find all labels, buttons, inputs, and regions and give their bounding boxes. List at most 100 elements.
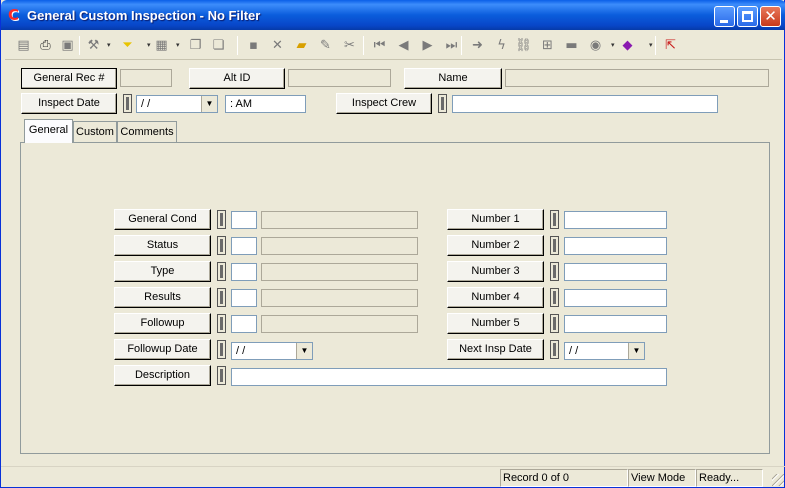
lightning-icon[interactable]: ϟ <box>491 35 512 56</box>
close-button[interactable]: ✕ <box>760 6 781 27</box>
inspect-crew-button[interactable]: Inspect Crew <box>336 93 432 114</box>
results-button[interactable]: Results <box>114 287 211 308</box>
copy-record-icon[interactable]: ❐ <box>185 35 206 56</box>
next-insp-date-button[interactable]: Next Insp Date <box>447 339 544 360</box>
link-icon[interactable]: ⛓ <box>513 35 534 56</box>
tools-icon[interactable]: ⚒ <box>83 35 104 56</box>
general-cond-desc-field <box>261 211 418 229</box>
number-5-field[interactable] <box>564 315 667 333</box>
results-desc-field <box>261 289 418 307</box>
chevron-down-icon[interactable]: ▼ <box>296 343 312 359</box>
number-2-button[interactable]: Number 2 <box>447 235 544 256</box>
description-lock-toggle[interactable] <box>217 366 226 385</box>
number-4-button[interactable]: Number 4 <box>447 287 544 308</box>
tree-icon[interactable]: ⊞ <box>537 35 558 56</box>
inspect-crew-lock-toggle[interactable] <box>438 94 447 113</box>
alt-id-field <box>288 69 391 87</box>
title-bar[interactable]: C General Custom Inspection - No Filter … <box>1 0 785 30</box>
number-5-button[interactable]: Number 5 <box>447 313 544 334</box>
number-1-button[interactable]: Number 1 <box>447 209 544 230</box>
number-3-field[interactable] <box>564 263 667 281</box>
chevron-down-icon[interactable]: ▾ <box>176 42 182 50</box>
followup-code-field[interactable] <box>231 315 257 333</box>
type-button[interactable]: Type <box>114 261 211 282</box>
toolbar-separator <box>79 36 80 55</box>
alt-id-button[interactable]: Alt ID <box>189 68 285 89</box>
first-record-icon[interactable]: ⏮ <box>369 35 390 56</box>
general-cond-lock-toggle[interactable] <box>217 210 226 229</box>
type-lock-toggle[interactable] <box>217 262 226 281</box>
inspect-time-field[interactable]: : AM <box>225 95 306 113</box>
followup-desc-field <box>261 315 418 333</box>
resize-grip-icon[interactable] <box>772 474 784 486</box>
maximize-button[interactable] <box>737 6 758 27</box>
paste-record-icon[interactable]: ❏ <box>208 35 229 56</box>
print-preview-icon[interactable]: ▣ <box>57 35 78 56</box>
inspect-date-button[interactable]: Inspect Date <box>21 93 117 114</box>
add-record-icon[interactable]: ▰ <box>291 35 312 56</box>
report-icon[interactable]: ▦ <box>151 35 172 56</box>
grid-view-icon[interactable]: ▤ <box>13 35 34 56</box>
number-5-lock-toggle[interactable] <box>550 314 559 333</box>
inspect-crew-field[interactable] <box>452 95 718 113</box>
chevron-down-icon[interactable]: ▾ <box>107 42 113 50</box>
followup-lock-toggle[interactable] <box>217 314 226 333</box>
general-cond-code-field[interactable] <box>231 211 257 229</box>
number-1-field[interactable] <box>564 211 667 229</box>
general-rec-button[interactable]: General Rec # <box>21 68 117 89</box>
chevron-down-icon[interactable]: ▾ <box>611 42 617 50</box>
chevron-down-icon[interactable]: ▾ <box>147 42 153 50</box>
chevron-down-icon[interactable]: ▼ <box>628 343 644 359</box>
last-record-icon[interactable]: ⏭ <box>441 35 462 56</box>
book-icon[interactable]: ◆ <box>617 35 638 56</box>
zoom-icon[interactable]: ◉ <box>585 35 606 56</box>
goto-icon[interactable]: ➜ <box>467 35 488 56</box>
chevron-down-icon[interactable]: ▼ <box>201 96 217 112</box>
record-count-status: Record 0 of 0 <box>500 469 628 487</box>
cut-icon[interactable]: ✂ <box>339 35 360 56</box>
followup-date-combo[interactable]: / / ▼ <box>231 342 313 360</box>
ready-status: Ready... <box>696 469 763 487</box>
inspect-date-combo[interactable]: / / ▼ <box>136 95 218 113</box>
next-insp-date-lock-toggle[interactable] <box>550 340 559 359</box>
results-lock-toggle[interactable] <box>217 288 226 307</box>
edit-icon[interactable]: ✎ <box>315 35 336 56</box>
filter-icon[interactable]: ⏷ <box>117 35 138 56</box>
number-4-field[interactable] <box>564 289 667 307</box>
followup-date-button[interactable]: Followup Date <box>114 339 211 360</box>
toolbar: ▤ ⎙ ▣ ⚒ ⏷ ▦ ❐ ❏ ▪ ✕ ▰ ✎ ✂ ⏮ ◀ ▶ ⏭ ➜ ϟ ⛓ ⊞ ▬ ◉ ◆ ⇱ ▾ ▾ ▾ ▾ ▾ <box>5 32 782 60</box>
number-2-field[interactable] <box>564 237 667 255</box>
number-4-lock-toggle[interactable] <box>550 288 559 307</box>
status-button[interactable]: Status <box>114 235 211 256</box>
status-lock-toggle[interactable] <box>217 236 226 255</box>
tab-comments[interactable]: Comments <box>117 121 177 143</box>
next-record-icon[interactable]: ▶ <box>417 35 438 56</box>
tab-custom[interactable]: Custom <box>73 121 117 143</box>
next-insp-date-combo[interactable]: / / ▼ <box>564 342 645 360</box>
number-3-lock-toggle[interactable] <box>550 262 559 281</box>
toolbar-separator <box>237 36 238 55</box>
number-3-button[interactable]: Number 3 <box>447 261 544 282</box>
name-button[interactable]: Name <box>404 68 502 89</box>
calculator-icon[interactable]: ▬ <box>561 35 582 56</box>
type-code-field[interactable] <box>231 263 257 281</box>
inspect-date-lock-toggle[interactable] <box>123 94 132 113</box>
minimize-button[interactable] <box>714 6 735 27</box>
number-1-lock-toggle[interactable] <box>550 210 559 229</box>
delete-icon[interactable]: ✕ <box>267 35 288 56</box>
previous-record-icon[interactable]: ◀ <box>393 35 414 56</box>
general-cond-button[interactable]: General Cond <box>114 209 211 230</box>
maximize-icon <box>742 11 753 22</box>
results-code-field[interactable] <box>231 289 257 307</box>
save-icon[interactable]: ▪ <box>243 35 264 56</box>
exit-icon[interactable]: ⇱ <box>660 35 681 56</box>
status-code-field[interactable] <box>231 237 257 255</box>
description-button[interactable]: Description <box>114 365 211 386</box>
chevron-down-icon[interactable]: ▾ <box>649 42 655 50</box>
description-field[interactable] <box>231 368 667 386</box>
followup-button[interactable]: Followup <box>114 313 211 334</box>
number-2-lock-toggle[interactable] <box>550 236 559 255</box>
followup-date-lock-toggle[interactable] <box>217 340 226 359</box>
tab-general[interactable]: General <box>24 119 73 143</box>
print-icon[interactable]: ⎙ <box>35 35 56 56</box>
